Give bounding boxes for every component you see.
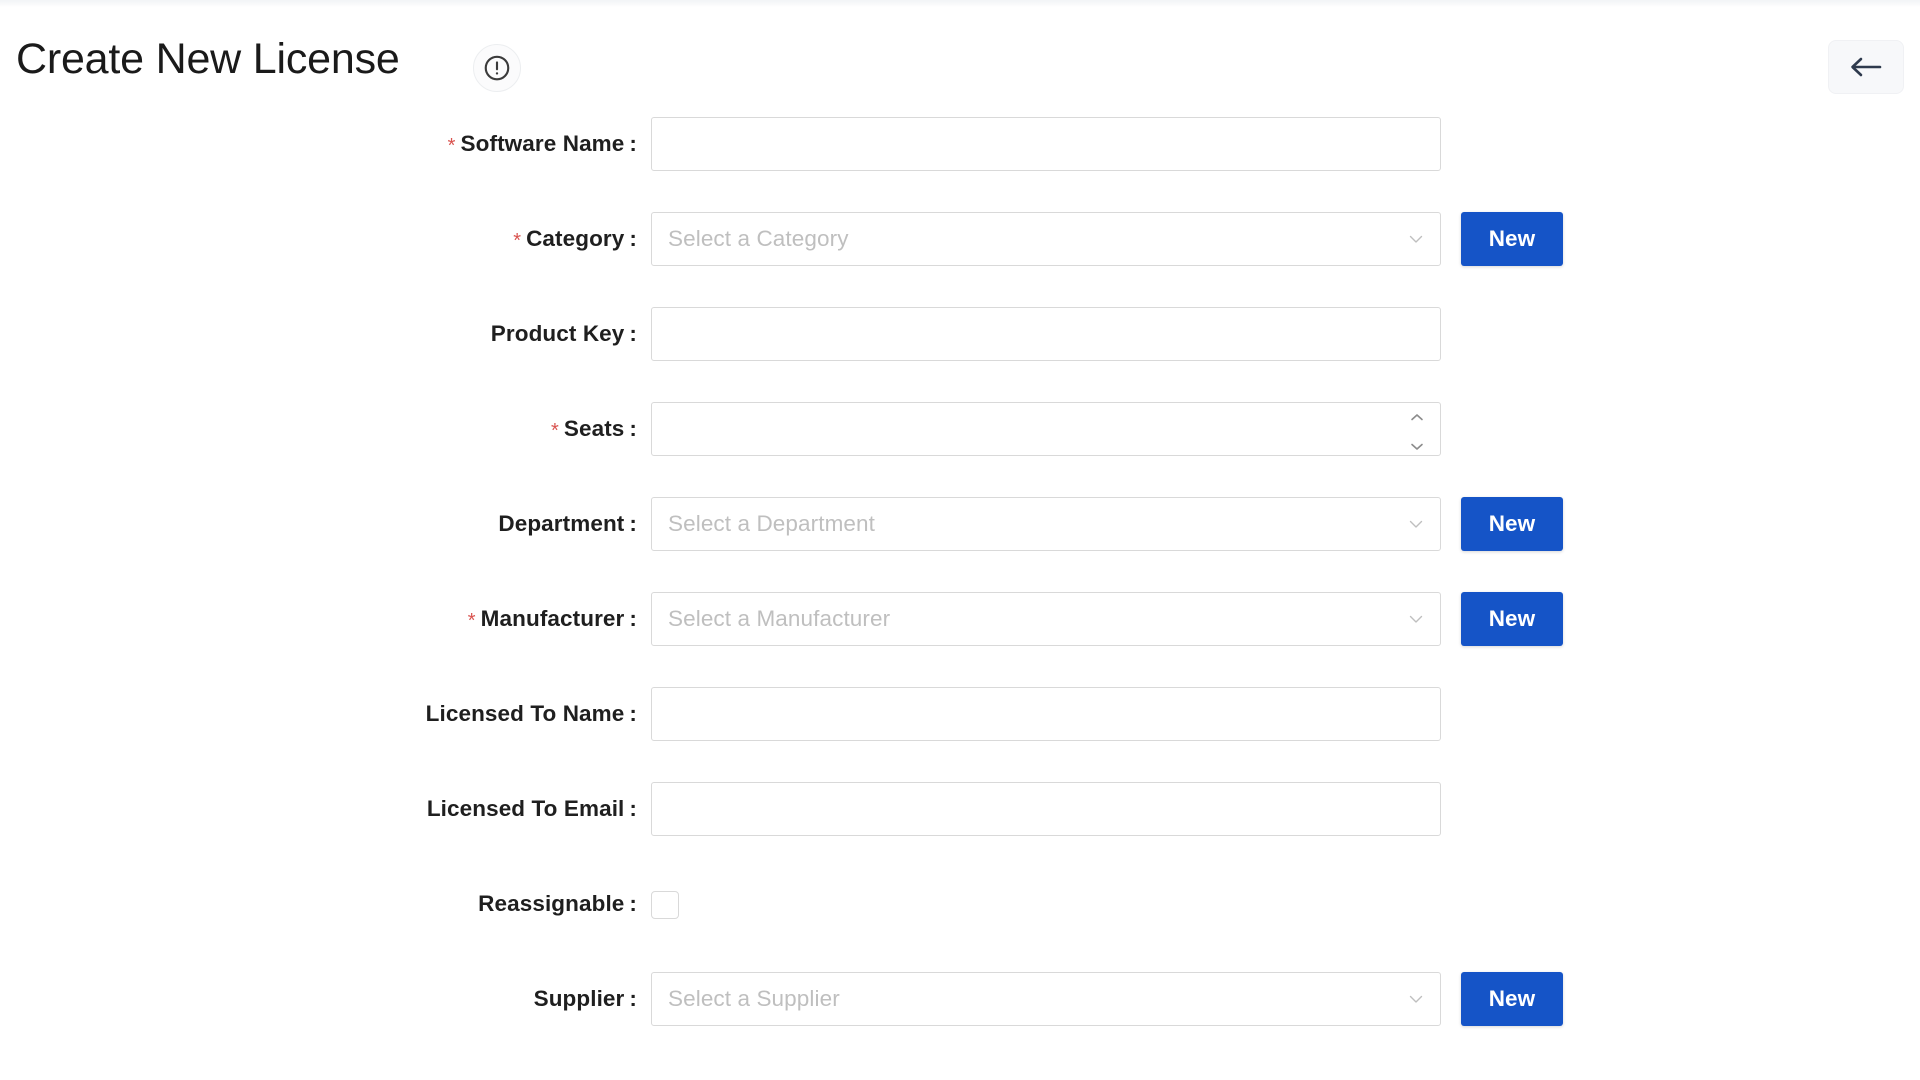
control-category: Select a Category New	[651, 212, 1563, 266]
required-marker: *	[447, 135, 456, 157]
seats-stepper[interactable]	[1408, 413, 1426, 450]
form-row-department: Department: Select a Department New	[0, 497, 1920, 592]
label-text: Software Name	[460, 131, 625, 156]
create-license-page: Create New License * Software Name: * Categ…	[0, 0, 1920, 1080]
label-text: Manufacturer	[480, 606, 625, 631]
department-select[interactable]: Select a Department	[651, 497, 1441, 551]
label-colon: :	[629, 131, 637, 156]
label-department: Department:	[0, 497, 637, 538]
label-colon: :	[629, 701, 637, 726]
label-colon: :	[629, 986, 637, 1011]
license-form: * Software Name: * Category: Select a Catego…	[0, 117, 1920, 1067]
new-manufacturer-button[interactable]: New	[1461, 592, 1563, 646]
form-row-product_key: Product Key:	[0, 307, 1920, 402]
label-manufacturer: * Manufacturer:	[0, 592, 637, 635]
chevron-down-icon[interactable]	[1407, 230, 1425, 248]
label-licensed_to_name: Licensed To Name:	[0, 687, 637, 728]
label-text: Seats	[563, 416, 625, 441]
label-software_name: * Software Name:	[0, 117, 637, 160]
label-text: Department	[498, 511, 625, 536]
page-header: Create New License	[0, 7, 1920, 117]
control-seats	[651, 402, 1441, 456]
back-button[interactable]	[1828, 40, 1904, 94]
form-row-supplier: Supplier: Select a Supplier New	[0, 972, 1920, 1067]
label-colon: :	[629, 416, 637, 441]
form-row-licensed_to_name: Licensed To Name:	[0, 687, 1920, 782]
label-seats: * Seats:	[0, 402, 637, 445]
label-category: * Category:	[0, 212, 637, 255]
content-top-edge	[0, 0, 1920, 7]
seats-input[interactable]	[651, 402, 1441, 456]
label-text: Licensed To Email	[426, 796, 625, 821]
control-licensed_to_name	[651, 687, 1441, 741]
control-manufacturer: Select a Manufacturer New	[651, 592, 1563, 646]
label-product_key: Product Key:	[0, 307, 637, 348]
arrow-left-icon	[1847, 54, 1885, 80]
new-department-button[interactable]: New	[1461, 497, 1563, 551]
exclamation-circle-icon[interactable]	[473, 44, 521, 92]
control-department: Select a Department New	[651, 497, 1563, 551]
label-text: Supplier	[533, 986, 625, 1011]
software_name-input[interactable]	[651, 117, 1441, 171]
supplier-placeholder: Select a Supplier	[668, 986, 840, 1011]
chevron-down-icon[interactable]	[1407, 610, 1425, 628]
reassignable-checkbox[interactable]	[651, 891, 679, 919]
chevron-down-icon[interactable]	[1407, 515, 1425, 533]
licensed_to_email-input[interactable]	[651, 782, 1441, 836]
form-row-software_name: * Software Name:	[0, 117, 1920, 212]
form-row-seats: * Seats:	[0, 402, 1920, 497]
product_key-input[interactable]	[651, 307, 1441, 361]
form-row-reassignable: Reassignable:	[0, 877, 1920, 972]
form-row-licensed_to_email: Licensed To Email:	[0, 782, 1920, 877]
form-row-manufacturer: * Manufacturer: Select a Manufacturer New	[0, 592, 1920, 687]
label-colon: :	[629, 606, 637, 631]
form-row-category: * Category: Select a Category New	[0, 212, 1920, 307]
label-reassignable: Reassignable:	[0, 877, 637, 918]
control-supplier: Select a Supplier New	[651, 972, 1563, 1026]
label-text: Licensed To Name	[425, 701, 625, 726]
control-product_key	[651, 307, 1441, 361]
new-supplier-button[interactable]: New	[1461, 972, 1563, 1026]
department-placeholder: Select a Department	[668, 511, 876, 536]
supplier-select[interactable]: Select a Supplier	[651, 972, 1441, 1026]
label-colon: :	[629, 321, 637, 346]
control-software_name	[651, 117, 1441, 171]
required-marker: *	[467, 610, 476, 632]
licensed_to_name-input[interactable]	[651, 687, 1441, 741]
required-marker: *	[550, 420, 559, 442]
chevron-down-icon[interactable]	[1410, 431, 1424, 457]
category-select[interactable]: Select a Category	[651, 212, 1441, 266]
page-title: Create New License	[16, 35, 400, 83]
chevron-up-icon[interactable]	[1410, 402, 1424, 428]
control-licensed_to_email	[651, 782, 1441, 836]
new-category-button[interactable]: New	[1461, 212, 1563, 266]
label-supplier: Supplier:	[0, 972, 637, 1013]
label-licensed_to_email: Licensed To Email:	[0, 782, 637, 823]
category-placeholder: Select a Category	[668, 226, 849, 251]
label-colon: :	[629, 226, 637, 251]
label-text: Category	[526, 226, 625, 251]
required-marker: *	[513, 230, 522, 252]
chevron-down-icon[interactable]	[1407, 990, 1425, 1008]
label-colon: :	[629, 891, 637, 916]
label-colon: :	[629, 511, 637, 536]
label-colon: :	[629, 796, 637, 821]
label-text: Product Key	[490, 321, 625, 346]
label-text: Reassignable	[478, 891, 625, 916]
control-reassignable	[651, 877, 1441, 919]
manufacturer-placeholder: Select a Manufacturer	[668, 606, 891, 631]
manufacturer-select[interactable]: Select a Manufacturer	[651, 592, 1441, 646]
